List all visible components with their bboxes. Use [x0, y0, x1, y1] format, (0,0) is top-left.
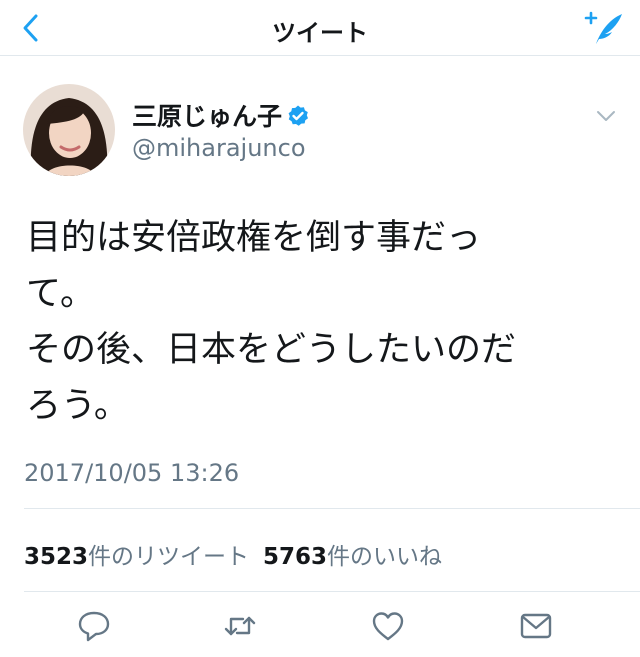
compose-tweet-button[interactable]	[582, 8, 626, 48]
retweet-label: 件のリツイート	[88, 544, 250, 570]
display-name-text: 三原じゅん子	[132, 102, 283, 131]
chevron-down-icon	[597, 111, 615, 121]
engagement-stats: 3523件のリツイート 5763件のいいね	[24, 537, 442, 571]
tweet-action-bar	[0, 600, 640, 655]
divider	[24, 591, 640, 592]
avatar[interactable]	[23, 84, 115, 176]
tweet-timestamp: 2017/10/05 13:26	[24, 459, 240, 487]
like-stat[interactable]: 5763件のいいね	[263, 544, 442, 570]
profile-photo	[23, 84, 115, 176]
reply-icon	[78, 611, 110, 642]
retweet-button[interactable]	[222, 609, 258, 643]
like-label: 件のいいね	[327, 544, 443, 570]
share-icon	[520, 613, 552, 639]
like-button[interactable]	[370, 609, 406, 643]
like-count: 5763	[263, 544, 328, 570]
compose-tweet-icon	[584, 11, 622, 44]
divider	[24, 508, 640, 509]
retweet-count: 3523	[24, 544, 89, 570]
page-title: ツイート	[272, 19, 368, 47]
like-icon	[372, 612, 404, 641]
retweet-stat[interactable]: 3523件のリツイート	[24, 544, 249, 570]
retweet-icon	[224, 616, 256, 636]
tweet-options-button[interactable]	[594, 106, 618, 126]
tweet-author-row: 三原じゅん子 @miharajunco	[0, 70, 640, 190]
author-handle[interactable]: @miharajunco	[132, 134, 306, 162]
tweet-text: 目的は安倍政権を倒す事だっ て。 その後、日本をどうしたいのだ ろう。	[26, 218, 517, 426]
verified-badge-icon	[288, 105, 309, 126]
reply-button[interactable]	[76, 609, 112, 643]
share-button[interactable]	[518, 609, 554, 643]
top-nav-bar: ツイート	[0, 0, 640, 56]
author-display-name[interactable]: 三原じゅん子	[132, 97, 310, 133]
